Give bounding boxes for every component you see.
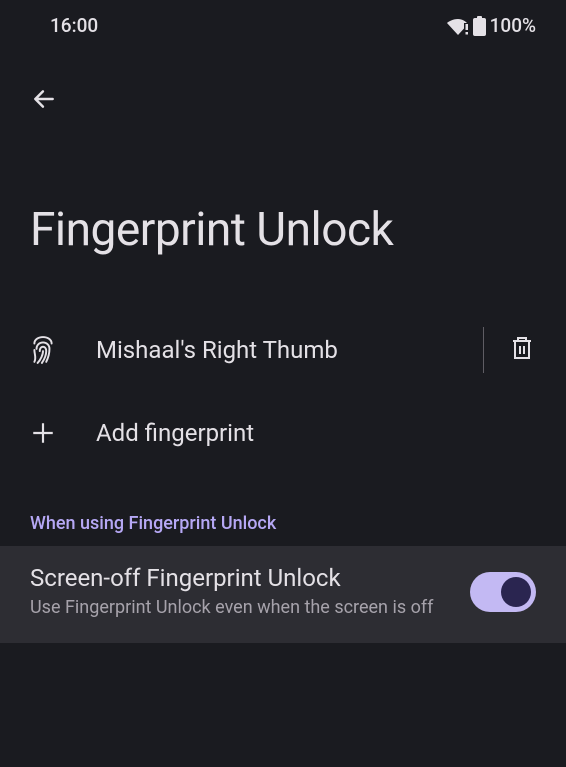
arrow-back-icon	[31, 86, 57, 116]
setting-title: Screen-off Fingerprint Unlock	[30, 564, 454, 592]
delete-fingerprint-button[interactable]	[508, 335, 536, 365]
nav-bar	[0, 45, 566, 121]
setting-description: Use Fingerprint Unlock even when the scr…	[30, 596, 454, 619]
add-fingerprint-button[interactable]: Add fingerprint	[0, 393, 566, 473]
section-header: When using Fingerprint Unlock	[0, 473, 566, 546]
fingerprint-label: Mishaal's Right Thumb	[66, 336, 459, 364]
setting-text: Screen-off Fingerprint Unlock Use Finger…	[30, 564, 470, 619]
trash-icon	[510, 335, 534, 365]
add-fingerprint-label: Add fingerprint	[66, 419, 536, 447]
divider	[483, 327, 484, 373]
wifi-alert-icon	[447, 17, 469, 35]
status-right: 100%	[447, 14, 536, 37]
fingerprint-icon	[30, 336, 66, 364]
back-button[interactable]	[24, 81, 64, 121]
toggle-thumb	[501, 577, 531, 607]
status-time: 16:00	[50, 14, 98, 37]
screen-off-toggle[interactable]	[470, 572, 536, 612]
battery-icon	[473, 16, 486, 36]
fingerprint-item[interactable]: Mishaal's Right Thumb	[0, 307, 566, 393]
screen-off-unlock-row[interactable]: Screen-off Fingerprint Unlock Use Finger…	[0, 546, 566, 643]
page-title: Fingerprint Unlock	[0, 121, 566, 307]
fingerprint-list: Mishaal's Right Thumb Add fingerprint	[0, 307, 566, 473]
plus-icon	[30, 420, 66, 446]
battery-percent: 100%	[490, 14, 536, 37]
status-bar: 16:00 100%	[0, 0, 566, 45]
